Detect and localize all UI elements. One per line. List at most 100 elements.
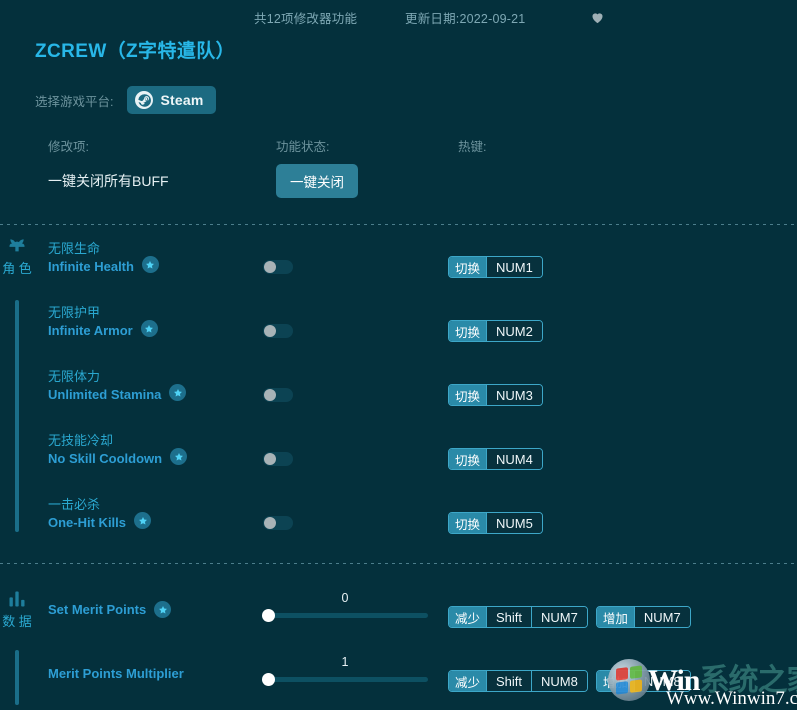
star-icon[interactable] — [141, 256, 159, 274]
hotkey-action-label: 切换 — [449, 385, 487, 405]
cheat-row: 无技能冷却 No Skill Cooldown 切换 NUM4 — [0, 432, 797, 486]
hotkey-key[interactable]: NUM8 — [633, 671, 690, 691]
cheat-name-group: 无限护甲 Infinite Armor — [48, 304, 158, 339]
cheat-name-cn: 一击必杀 — [48, 497, 101, 512]
cheat-name-cn: 无技能冷却 — [48, 433, 114, 448]
cheat-row: Merit Points Multiplier 1 减少 Shift NUM8 增加 NUM… — [0, 653, 797, 707]
hotkey-group[interactable]: 增加 NUM7 — [595, 606, 691, 628]
star-icon[interactable] — [154, 601, 172, 619]
hotkey-group-list: 切换 NUM5 — [448, 512, 543, 534]
column-header-name: 修改项: — [48, 140, 89, 154]
hotkey-group-list: 切换 NUM4 — [448, 448, 543, 470]
update-date-text: 更新日期:2022-09-21 — [405, 11, 526, 26]
cheat-trainer-window: 共12项修改器功能 更新日期:2022-09-21 ZCREW（Z字特遣队） 选… — [0, 0, 797, 710]
cheat-name-group: 一击必杀 One-Hit Kills — [48, 496, 152, 531]
cheat-name-group: 无限生命 Infinite Health — [48, 240, 159, 275]
section-divider — [0, 224, 797, 225]
hotkey-group[interactable]: 增加 NUM8 — [595, 670, 691, 692]
hotkey-key[interactable]: NUM2 — [486, 321, 542, 341]
slider-knob[interactable] — [262, 673, 275, 686]
cheat-name-en: Infinite Health — [48, 258, 134, 274]
section-divider — [0, 563, 797, 564]
toggle-knob — [264, 453, 276, 465]
hotkey-key[interactable]: NUM7 — [531, 607, 587, 627]
hotkey-key[interactable]: Shift — [486, 607, 532, 627]
hotkey-key[interactable]: NUM5 — [486, 513, 542, 533]
hotkey-group-list: 切换 NUM2 — [448, 320, 543, 342]
hotkey-group-list: 减少 Shift NUM7 增加 NUM7 — [448, 606, 691, 628]
game-title: ZCREW（Z字特遣队） — [35, 41, 236, 62]
hotkey-group[interactable]: 切换 NUM2 — [448, 320, 543, 342]
toggle-knob — [264, 261, 276, 273]
hotkey-group-list: 减少 Shift NUM8 增加 NUM8 — [448, 670, 691, 692]
hotkey-key[interactable]: NUM7 — [633, 607, 690, 627]
hotkey-action-label: 减少 — [449, 607, 487, 627]
hotkey-key[interactable]: NUM1 — [486, 257, 542, 277]
all-buffs-off-button[interactable]: 一键关闭 — [276, 164, 358, 198]
cheat-name-cn: 无限体力 — [48, 369, 101, 384]
column-header-status: 功能状态: — [276, 140, 330, 154]
toggle-knob — [264, 517, 276, 529]
hotkey-action-label: 切换 — [449, 321, 487, 341]
cheat-slider[interactable]: 0 — [262, 591, 428, 625]
toggle-knob — [264, 389, 276, 401]
hotkey-key[interactable]: Shift — [486, 671, 532, 691]
hotkey-group[interactable]: 减少 Shift NUM7 — [448, 606, 588, 628]
cheat-toggle[interactable] — [263, 452, 293, 466]
slider-track[interactable] — [262, 609, 428, 622]
slider-value: 1 — [341, 655, 349, 669]
cheat-name-cn: 无限生命 — [48, 241, 101, 256]
hotkey-group[interactable]: 减少 Shift NUM8 — [448, 670, 588, 692]
hotkey-group[interactable]: 切换 NUM3 — [448, 384, 543, 406]
meta-row: 共12项修改器功能 更新日期:2022-09-21 — [0, 6, 797, 28]
cheat-name-en: No Skill Cooldown — [48, 450, 163, 466]
cheat-name-en: Set Merit Points — [48, 602, 147, 617]
platform-label: 选择游戏平台: — [35, 94, 114, 109]
column-header-hotkey: 热键: — [458, 140, 487, 154]
cheat-name-en: Infinite Armor — [48, 322, 133, 338]
cheat-row: 无限护甲 Infinite Armor 切换 NUM2 — [0, 304, 797, 358]
hotkey-action-label: 增加 — [596, 671, 634, 691]
cheat-name-en: Merit Points Multiplier — [48, 666, 184, 681]
hotkey-action-label: 切换 — [449, 257, 487, 277]
hotkey-group-list: 切换 NUM1 — [448, 256, 543, 278]
hotkey-group[interactable]: 切换 NUM4 — [448, 448, 543, 470]
cheat-name-en: Unlimited Stamina — [48, 386, 162, 402]
cheat-name-group: 无技能冷却 No Skill Cooldown — [48, 432, 188, 467]
hotkey-group[interactable]: 切换 NUM1 — [448, 256, 543, 278]
cheat-name-group: Set Merit Points — [48, 601, 172, 619]
heart-icon[interactable] — [588, 8, 606, 26]
cheat-row: 无限生命 Infinite Health 切换 NUM1 — [0, 240, 797, 294]
cheat-toggle[interactable] — [263, 516, 293, 530]
hotkey-key[interactable]: NUM8 — [531, 671, 587, 691]
cheat-slider[interactable]: 1 — [262, 655, 428, 689]
cheat-toggle[interactable] — [263, 388, 293, 402]
cheat-toggle[interactable] — [263, 260, 293, 274]
feature-count-text: 共12项修改器功能 — [254, 11, 358, 26]
all-buffs-off-label: 一键关闭所有BUFF — [48, 173, 169, 189]
slider-track[interactable] — [262, 673, 428, 686]
hotkey-key[interactable]: NUM3 — [486, 385, 542, 405]
cheat-toggle[interactable] — [263, 324, 293, 338]
slider-knob[interactable] — [262, 609, 275, 622]
star-icon[interactable] — [169, 384, 187, 402]
star-icon[interactable] — [134, 512, 152, 530]
cheat-row: 无限体力 Unlimited Stamina 切换 NUM3 — [0, 368, 797, 422]
steam-icon — [135, 91, 154, 109]
platform-steam-label: Steam — [160, 92, 204, 108]
hotkey-action-label: 切换 — [449, 449, 487, 469]
platform-steam-button[interactable]: Steam — [127, 86, 216, 114]
cheat-name-cn: 无限护甲 — [48, 305, 101, 320]
star-icon[interactable] — [170, 448, 188, 466]
hotkey-group-list: 切换 NUM3 — [448, 384, 543, 406]
slider-value: 0 — [341, 591, 349, 605]
hotkey-action-label: 减少 — [449, 671, 487, 691]
hotkey-key[interactable]: NUM4 — [486, 449, 542, 469]
cheat-row: Set Merit Points 0 减少 Shift NUM7 增加 NUM7 — [0, 589, 797, 643]
toggle-knob — [264, 325, 276, 337]
star-icon[interactable] — [140, 320, 158, 338]
hotkey-group[interactable]: 切换 NUM5 — [448, 512, 543, 534]
cheat-name-group: 无限体力 Unlimited Stamina — [48, 368, 187, 403]
cheat-row: 一击必杀 One-Hit Kills 切换 NUM5 — [0, 496, 797, 550]
hotkey-action-label: 切换 — [449, 513, 487, 533]
